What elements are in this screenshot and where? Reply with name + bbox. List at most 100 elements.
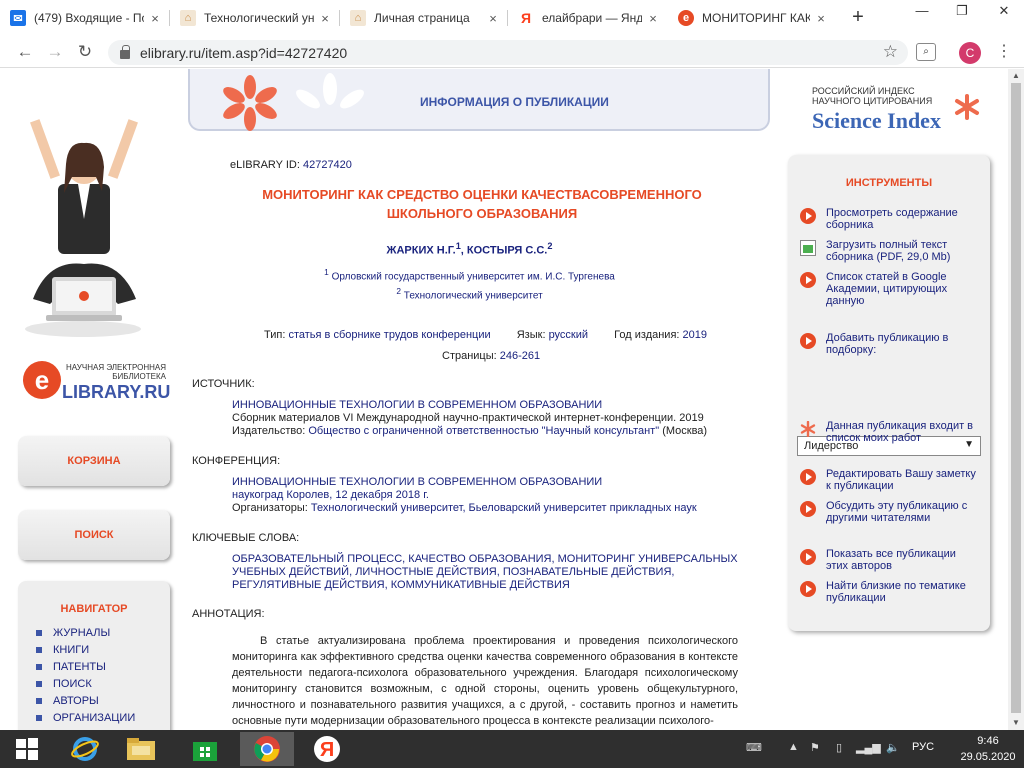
tools-title: ИНСТРУМЕНТЫ [845,177,933,189]
clock[interactable]: 9:46 29.05.2020 [956,733,1020,765]
minimize-button[interactable]: — [908,0,936,24]
info-banner: ИНФОРМАЦИЯ О ПУБЛИКАЦИИ [188,69,770,131]
forward-icon[interactable]: → [44,42,66,64]
close-icon[interactable]: × [814,11,828,26]
nav-item-authors[interactable]: АВТОРЫ [18,695,170,712]
publication-pages: Страницы: 246-261 [442,350,541,362]
conference-block: ИННОВАЦИОННЫЕ ТЕХНОЛОГИИ В СОВРЕМЕННОМ О… [232,476,742,515]
windows-store-icon[interactable] [178,732,232,766]
tab-personal-page[interactable]: ⌂ Личная страница × [340,0,508,36]
elibrary-e-logo-icon: e [23,361,61,399]
restore-button[interactable]: ❐ [948,0,976,24]
volume-icon[interactable]: 🔈 [886,741,900,754]
tool-edit-note[interactable]: Редактировать Вашу заметку к публикации [800,468,980,492]
windows-taskbar: Я ⌨ ▲ ⚑ ▯ ▂▄▆ 🔈 РУС 9:46 29.05.2020 [0,730,1024,768]
tab-mail[interactable]: ✉ (479) Входящие - Почта × [0,0,170,36]
search-button[interactable]: ПОИСК [18,510,170,560]
university-icon: ⌂ [180,10,196,26]
keyboard-icon[interactable]: ⌨ [746,741,762,754]
abstract-heading: АННОТАЦИЯ: [192,608,265,620]
publisher-link[interactable]: Общество с ограниченной ответственностью… [308,425,659,437]
play-icon [800,549,816,565]
tool-authors-publications[interactable]: Показать все публикации этих авторов [800,548,980,572]
university-icon: ⌂ [350,10,366,26]
keywords-heading: КЛЮЧЕВЫЕ СЛОВА: [192,532,300,544]
close-icon[interactable]: × [148,11,162,26]
back-icon[interactable]: ← [14,42,36,64]
browser-menu-icon[interactable]: ⋮ [996,42,1012,64]
nav-item-organizations[interactable]: ОРГАНИЗАЦИИ [18,712,170,729]
bookmark-star-icon[interactable]: ☆ [883,42,898,62]
nav-item-patents[interactable]: ПАТЕНТЫ [18,661,170,678]
asterisk-icon [955,94,979,120]
tool-google-scholar[interactable]: Список статей в Google Академии, цитирую… [800,271,980,307]
tool-similar[interactable]: Найти близкие по тематике публикации [800,580,980,604]
tool-add-to-collection[interactable]: Добавить публикацию в подборку: [800,332,980,356]
asterisk-logo-icon [223,75,277,131]
close-icon[interactable]: × [646,11,660,26]
flag-icon[interactable]: ⚑ [810,741,820,754]
browser-tab-bar: ✉ (479) Входящие - Почта × ⌂ Технологиче… [0,0,1024,36]
source-heading: ИСТОЧНИК: [192,378,255,390]
source-title-link[interactable]: ИННОВАЦИОННЫЕ ТЕХНОЛОГИИ В СОВРЕМЕННОМ О… [232,399,742,412]
tool-discuss[interactable]: Обсудить эту публикацию с другими читате… [800,500,980,524]
internet-explorer-icon[interactable] [58,732,112,766]
nav-item-journals[interactable]: ЖУРНАЛЫ [18,627,170,644]
scroll-up-icon[interactable]: ▲ [1008,69,1024,83]
tool-view-contents[interactable]: Просмотреть содержание сборника [800,207,980,231]
navigator-list: ЖУРНАЛЫ КНИГИ ПАТЕНТЫ ПОИСК АВТОРЫ ОРГАН… [18,627,170,729]
navigator-title: НАВИГАТОР [60,603,128,615]
url-input[interactable]: elibrary.ru/item.asp?id=42727420 ☆ [108,40,908,65]
decorative-petals-icon [296,73,364,109]
windows-start-icon[interactable] [0,732,54,766]
close-icon[interactable]: × [318,11,332,26]
reload-icon[interactable]: ↻ [74,42,96,64]
new-tab-button[interactable]: + [846,6,870,30]
publication-title: МОНИТОРИНГ КАК СРЕДСТВО ОЦЕНКИ КАЧЕСТВАС… [262,187,702,221]
author-link[interactable]: ЖАРКИХ Н.Г. [387,245,456,257]
affiliation-link[interactable]: Орловский государственный университет им… [332,271,615,282]
scrollbar-thumb[interactable] [1011,83,1021,713]
nav-item-books[interactable]: КНИГИ [18,644,170,661]
cart-button[interactable]: КОРЗИНА [18,436,170,486]
asterisk-icon [800,421,816,437]
yandex-browser-icon[interactable]: Я [300,732,354,766]
signal-icon[interactable]: ▂▄▆ [856,741,881,754]
web-page: e НАУЧНАЯ ЭЛЕКТРОННАЯ БИБЛИОТЕКА LIBRARY… [0,69,1008,730]
author-link[interactable]: КОСТЫРЯ С.С. [467,245,547,257]
elibrary-id: eLIBRARY ID: 42727420 [230,159,352,171]
page-scrollbar[interactable]: ▲ ▼ [1008,69,1024,730]
source-block: ИННОВАЦИОННЫЕ ТЕХНОЛОГИИ В СОВРЕМЕННОМ О… [232,399,742,438]
tool-download-pdf[interactable]: Загрузить полный текст сборника (PDF, 29… [800,239,980,263]
tab-yandex[interactable]: Я елайбрари — Яндекс × [508,0,668,36]
close-icon[interactable]: × [486,11,500,26]
organizers-link[interactable]: Технологический университет, Бьеловарски… [311,502,697,514]
nav-item-search[interactable]: ПОИСК [18,678,170,695]
play-icon [800,581,816,597]
tool-in-my-works[interactable]: Данная публикация входит в список моих р… [800,420,980,444]
svg-text:Я: Я [320,739,334,761]
chevron-up-icon[interactable]: ▲ [788,741,799,753]
science-index-logo[interactable]: РОССИЙСКИЙ ИНДЕКС НАУЧНОГО ЦИТИРОВАНИЯ S… [812,86,987,136]
affiliation-link[interactable]: Технологический университет [404,291,543,302]
keywords-list[interactable]: ОБРАЗОВАТЕЛЬНЫЙ ПРОЦЕСС, КАЧЕСТВО ОБРАЗО… [232,553,742,592]
abstract-text: В статье актуализирована проблема проект… [232,635,738,727]
window-close-button[interactable]: ✕ [990,0,1018,24]
language-indicator[interactable]: РУС [912,741,934,753]
battery-icon[interactable]: ▯ [836,741,842,754]
chrome-icon[interactable] [240,732,294,766]
tab-university[interactable]: ⌂ Технологический университет × [170,0,340,36]
lock-icon [120,45,130,59]
file-explorer-icon[interactable] [114,732,168,766]
profile-avatar[interactable]: C [959,42,981,64]
conference-heading: КОНФЕРЕНЦИЯ: [192,455,281,467]
extension-search-icon[interactable]: ⌕ [916,43,936,61]
play-icon [800,272,816,288]
publication-type: статья в сборнике трудов конференции [288,329,491,341]
authors: ЖАРКИХ Н.Г.1, КОСТЫРЯ С.С.2 [386,241,553,257]
play-icon [800,208,816,224]
elibrary-logo[interactable]: e НАУЧНАЯ ЭЛЕКТРОННАЯ БИБЛИОТЕКА LIBRARY… [22,359,172,404]
scroll-down-icon[interactable]: ▼ [1008,716,1024,730]
conference-title-link[interactable]: ИННОВАЦИОННЫЕ ТЕХНОЛОГИИ В СОВРЕМЕННОМ О… [232,476,742,489]
tab-elibrary-active[interactable]: e МОНИТОРИНГ КАК СРЕДСТВО × [668,0,836,36]
